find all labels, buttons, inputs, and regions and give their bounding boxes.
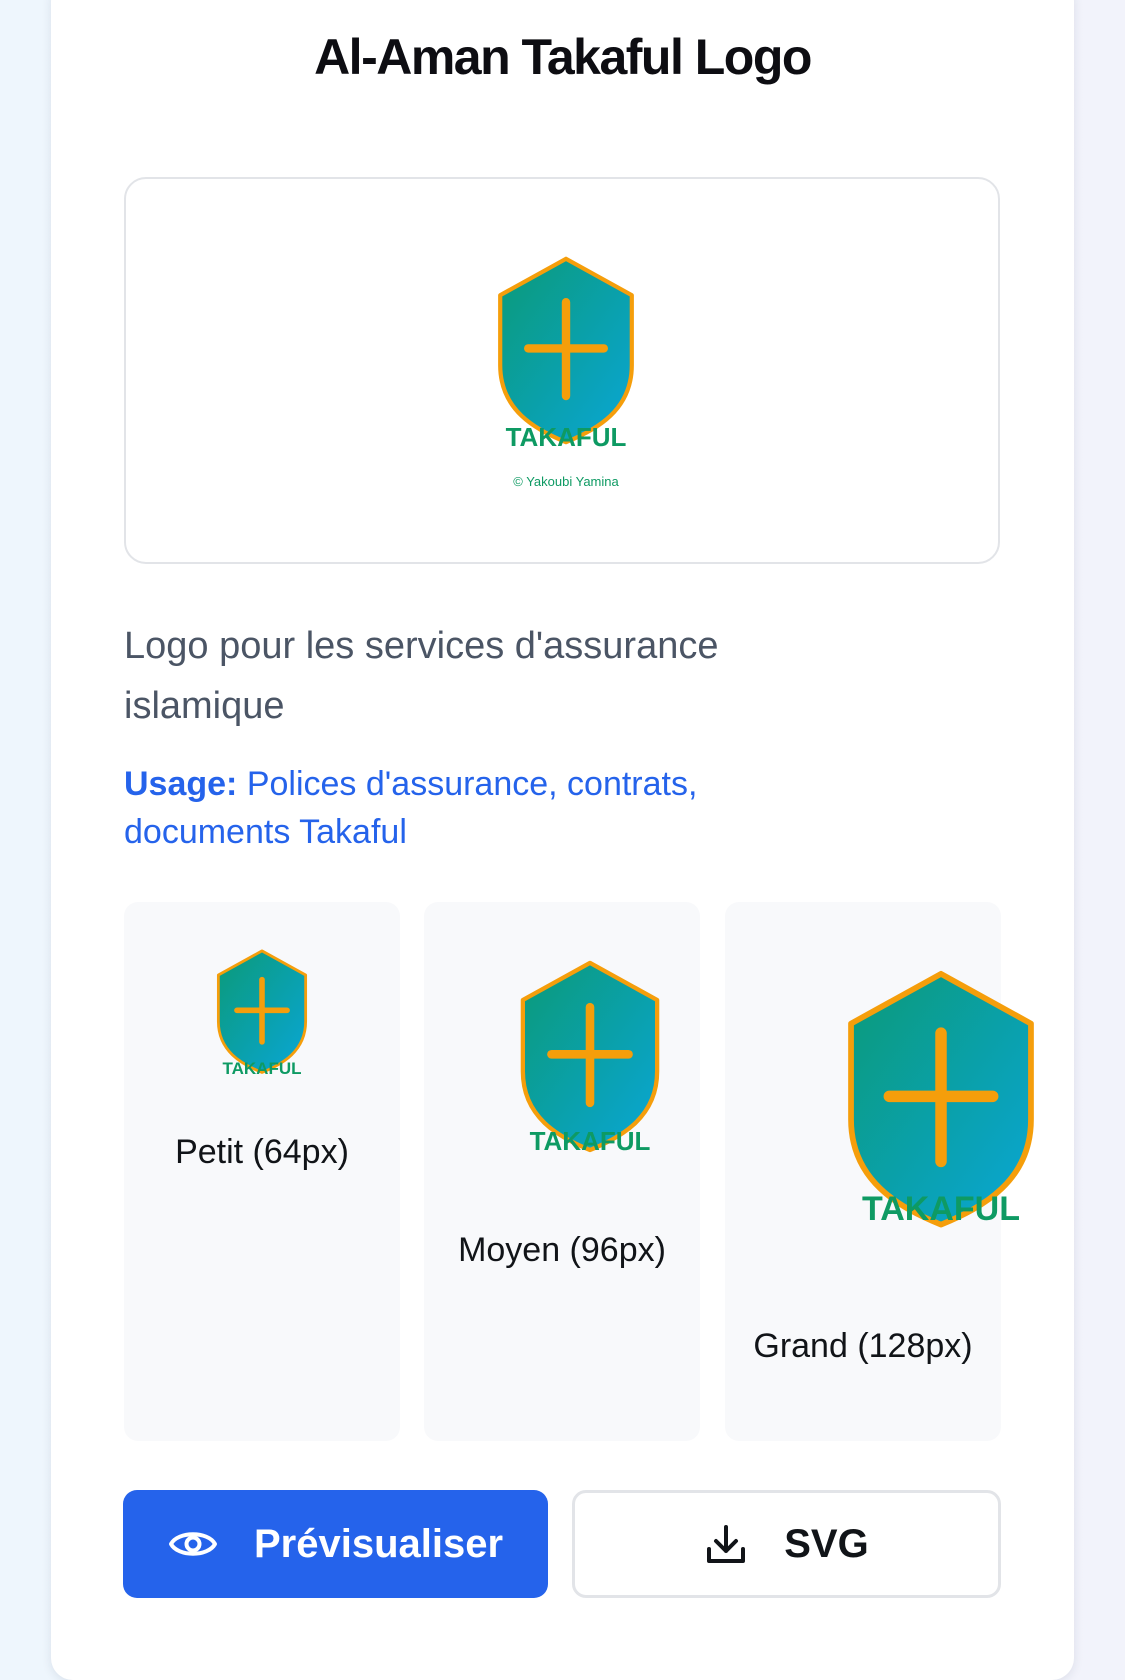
medium-logo: TAKAFUL: [515, 960, 665, 1156]
size-label-medium: Moyen (96px): [458, 1231, 666, 1269]
logo-wordmark: TAKAFUL: [506, 422, 627, 452]
small-logo: TAKAFUL: [212, 949, 312, 1078]
logo-description: Logo pour les services d'assurance islam…: [124, 625, 719, 727]
preview-button[interactable]: Prévisualiser: [123, 1490, 548, 1598]
logo-preview: TAKAFUL © Yakoubi Yamina: [124, 177, 1000, 564]
large-logo-wordmark: TAKAFUL: [862, 1190, 1020, 1228]
size-label-large: Grand (128px): [753, 1327, 973, 1365]
page-title: Al-Aman Takaful Logo: [314, 29, 812, 85]
medium-logo-wordmark: TAKAFUL: [530, 1126, 651, 1156]
usage-note: Usage: Polices d'assurance, contrats, do…: [124, 760, 844, 856]
download-svg-button[interactable]: SVG: [572, 1490, 1001, 1598]
shield-cross-icon: [851, 974, 1031, 1225]
size-tile-medium: TAKAFUL Moyen (96px): [424, 902, 700, 1441]
logo-copyright: © Yakoubi Yamina: [513, 474, 619, 489]
small-logo-wordmark: TAKAFUL: [223, 1059, 302, 1078]
shield-cross-icon: [523, 963, 657, 1150]
shield-cross-icon: [500, 259, 632, 442]
download-button-label: SVG: [784, 1521, 869, 1566]
size-tile-large: TAKAFUL Grand (128px): [725, 902, 1001, 1441]
size-tile-small: TAKAFUL Petit (64px): [124, 902, 400, 1441]
usage-label: Usage:: [124, 765, 238, 803]
main-logo: TAKAFUL © Yakoubi Yamina: [460, 256, 672, 489]
eye-icon: [168, 1526, 218, 1562]
preview-button-label: Prévisualiser: [253, 1521, 504, 1566]
large-logo: TAKAFUL: [841, 970, 1041, 1238]
download-icon: [704, 1522, 748, 1566]
size-label-small: Petit (64px): [175, 1133, 349, 1171]
shield-cross-icon: [218, 951, 305, 1073]
